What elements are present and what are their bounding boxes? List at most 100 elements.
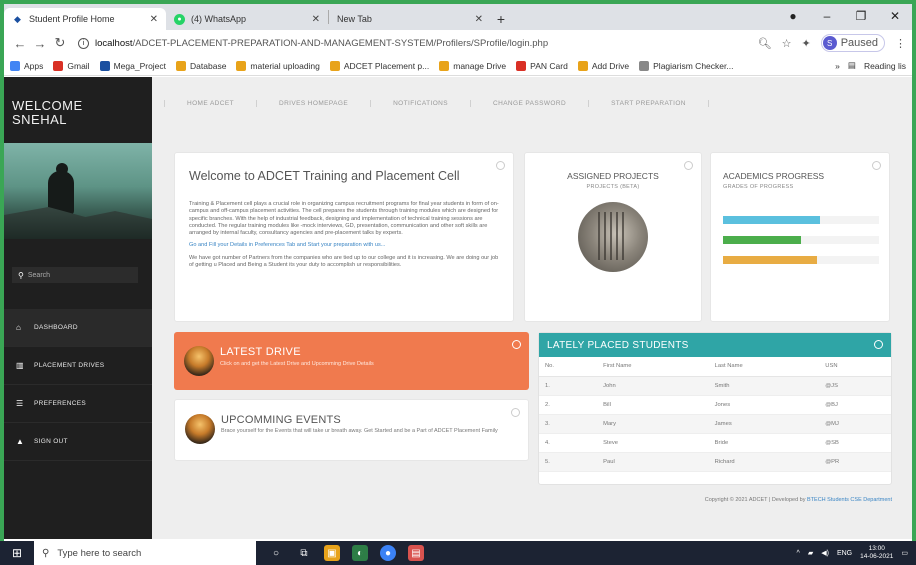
- reading-list-button[interactable]: » ▤ Reading lis: [835, 60, 906, 71]
- table-cell: Smith: [708, 376, 820, 396]
- profile-dot-icon[interactable]: ●: [776, 9, 810, 23]
- column-header: USN: [819, 357, 891, 377]
- sidebar-item-label: PLACEMENT DRIVES: [34, 362, 105, 369]
- tab-student-profile[interactable]: ◆ Student Profile Home ✕: [4, 8, 166, 30]
- table-row: 5. Paul Richard @PR: [539, 452, 891, 472]
- bookmark-item[interactable]: manage Drive: [439, 60, 507, 71]
- minimize-icon[interactable]: –: [810, 9, 844, 23]
- sidebar-item-sign-out[interactable]: ▲ SIGN OUT: [4, 423, 152, 461]
- bookmark-item[interactable]: Apps: [10, 60, 43, 71]
- info-icon[interactable]: i: [78, 37, 89, 49]
- close-icon[interactable]: ✕: [150, 14, 158, 25]
- language-indicator[interactable]: ENG: [837, 550, 852, 557]
- windows-start-icon[interactable]: ⊞: [0, 546, 34, 560]
- preferences-link[interactable]: Go and Fill your Details in Preferences …: [189, 242, 499, 249]
- bookmark-item[interactable]: Database: [176, 60, 226, 71]
- sidebar: WELCOME SNEHAL ⚲ Search ⌂ DASHBOARD ▥ PL: [4, 77, 152, 539]
- clock[interactable]: 13:00 14-06-2021: [860, 545, 893, 561]
- forward-icon[interactable]: →: [30, 36, 50, 51]
- bookmark-item[interactable]: PAN Card: [516, 60, 568, 71]
- bookmark-icon: [577, 60, 588, 71]
- events-thumbnail: [185, 414, 215, 444]
- gear-icon[interactable]: [511, 408, 520, 417]
- assigned-projects-card[interactable]: ASSIGNED PROJECTS PROJECTS (BETA): [524, 152, 702, 322]
- hero-mountain: [4, 207, 152, 239]
- profile-paused-button[interactable]: S Paused: [820, 34, 885, 52]
- nav-start-preparation[interactable]: START PREPARATION: [588, 99, 709, 107]
- academics-progress-card: ACADEMICS PROGRESS GRADES OF PROGRESS: [710, 152, 890, 322]
- gear-icon[interactable]: [684, 161, 693, 170]
- tab-bar: ◆ Student Profile Home ✕ ● (4) WhatsApp …: [4, 4, 912, 30]
- sidebar-item-placement-drives[interactable]: ▥ PLACEMENT DRIVES: [4, 347, 152, 385]
- star-icon[interactable]: ☆: [782, 37, 792, 50]
- task-view-icon[interactable]: ⧉: [296, 545, 312, 561]
- app-icon[interactable]: ▣: [324, 545, 340, 561]
- bookmark-item[interactable]: Gmail: [53, 60, 90, 71]
- nav-home-adcet[interactable]: HOME ADCET: [164, 99, 256, 107]
- table-cell: James: [708, 414, 820, 434]
- sidebar-menu: ⌂ DASHBOARD ▥ PLACEMENT DRIVES ☰ PREFERE…: [4, 309, 152, 461]
- table-cell: Mary: [597, 414, 709, 434]
- gear-icon[interactable]: [872, 161, 881, 170]
- student-favicon-icon: ◆: [14, 13, 21, 24]
- latest-drive-card[interactable]: LATEST DRIVE Click on and get the Latest…: [174, 332, 529, 390]
- nav-change-password[interactable]: CHANGE PASSWORD: [470, 99, 588, 107]
- nav-drives-homepage[interactable]: DRIVES HOMEPAGE: [255, 99, 370, 107]
- volume-icon[interactable]: ◀): [821, 549, 829, 557]
- placed-table: No. First Name Last Name USN 1. John Smith @JS…: [539, 357, 891, 472]
- tab-whatsapp[interactable]: ● (4) WhatsApp ✕: [166, 8, 328, 30]
- browser-window: ◆ Student Profile Home ✕ ● (4) WhatsApp …: [4, 4, 912, 541]
- bookmark-item[interactable]: Plagiarism Checker...: [639, 60, 734, 71]
- network-icon[interactable]: ▰: [808, 549, 813, 557]
- notification-icon[interactable]: ▭: [901, 549, 908, 557]
- sidebar-item-label: DASHBOARD: [34, 324, 78, 331]
- sidebar-item-preferences[interactable]: ☰ PREFERENCES: [4, 385, 152, 423]
- bookmark-item[interactable]: material uploading: [236, 60, 320, 71]
- bookmark-icon: [236, 60, 247, 71]
- developer-link[interactable]: BTECH Students CSE Department: [807, 497, 892, 503]
- close-icon[interactable]: ✕: [475, 14, 483, 25]
- maximize-icon[interactable]: ❐: [844, 9, 878, 23]
- app-icon[interactable]: ◐: [352, 545, 368, 561]
- table-cell: Jones: [708, 395, 820, 415]
- sidebar-item-dashboard[interactable]: ⌂ DASHBOARD: [4, 309, 152, 347]
- upcoming-events-card[interactable]: UPCOMMING EVENTS Brace yourself for the …: [174, 399, 529, 461]
- new-tab-button[interactable]: +: [491, 8, 511, 30]
- bookmark-label: manage Drive: [453, 60, 507, 71]
- welcome-card-title: Welcome to ADCET Training and Placement …: [189, 169, 460, 183]
- bookmark-item[interactable]: Mega_Project: [99, 60, 166, 71]
- close-icon[interactable]: ✕: [312, 14, 320, 25]
- nav-notifications[interactable]: NOTIFICATIONS: [370, 99, 470, 107]
- tab-new-tab[interactable]: New Tab ✕: [329, 8, 491, 30]
- table-cell: 3.: [539, 414, 598, 434]
- bookmark-item[interactable]: ADCET Placement p...: [329, 60, 429, 71]
- reload-icon[interactable]: ↻: [50, 35, 70, 51]
- cortana-icon[interactable]: ○: [268, 545, 284, 561]
- taskbar: ⊞ ⚲ Type here to search ○ ⧉ ▣ ◐ ● ▤ ^ ▰ …: [0, 541, 916, 565]
- chrome-icon[interactable]: ●: [380, 545, 396, 561]
- gear-icon[interactable]: [512, 340, 521, 349]
- table-row: 3. Mary James @MJ: [539, 414, 891, 434]
- zoom-icon[interactable]: 🔍︎: [758, 37, 772, 50]
- menu-icon[interactable]: ⋮: [895, 37, 906, 50]
- sidebar-search-input[interactable]: ⚲ Search: [12, 267, 138, 283]
- sidebar-hero-image: [4, 143, 152, 239]
- tray-chevron-icon[interactable]: ^: [797, 550, 800, 557]
- bookmark-label: Plagiarism Checker...: [653, 60, 734, 71]
- app-icon[interactable]: ▤: [408, 545, 424, 561]
- back-icon[interactable]: ←: [10, 36, 30, 51]
- taskbar-search-input[interactable]: ⚲ Type here to search: [34, 541, 256, 565]
- gear-icon[interactable]: [496, 161, 505, 170]
- more-bookmarks-icon[interactable]: »: [835, 61, 840, 71]
- events-subtitle: Brace yourself for the Events that will …: [221, 428, 498, 434]
- table-cell: Paul: [597, 452, 709, 472]
- url-input[interactable]: i localhost/ADCET-PLACEMENT-PREPARATION-…: [78, 33, 750, 53]
- tab-title: (4) WhatsApp: [191, 14, 247, 24]
- close-window-icon[interactable]: ✕: [878, 9, 912, 23]
- bookmark-label: Gmail: [67, 60, 90, 71]
- gear-icon[interactable]: [874, 340, 883, 349]
- extensions-icon[interactable]: ✦: [801, 37, 810, 50]
- table-cell: @PR: [819, 452, 891, 472]
- paused-label: Paused: [840, 37, 878, 49]
- bookmark-item[interactable]: Add Drive: [577, 60, 629, 71]
